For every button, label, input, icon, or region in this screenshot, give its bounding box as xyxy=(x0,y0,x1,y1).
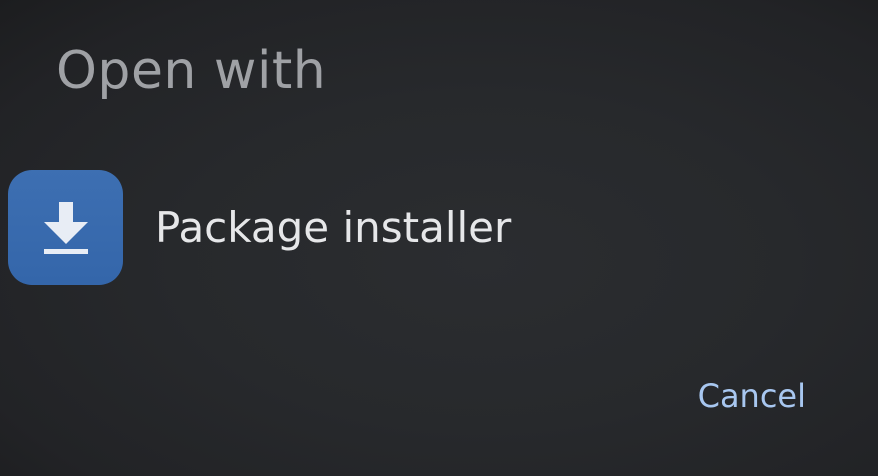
download-icon xyxy=(43,201,88,254)
open-with-dialog: Open with Package installer Cancel xyxy=(0,0,878,476)
app-option-label: Package installer xyxy=(155,202,512,252)
cancel-button[interactable]: Cancel xyxy=(698,372,806,420)
app-option-package-installer[interactable]: Package installer xyxy=(8,170,511,285)
dialog-title: Open with xyxy=(56,41,327,101)
package-installer-app-icon xyxy=(8,170,123,285)
